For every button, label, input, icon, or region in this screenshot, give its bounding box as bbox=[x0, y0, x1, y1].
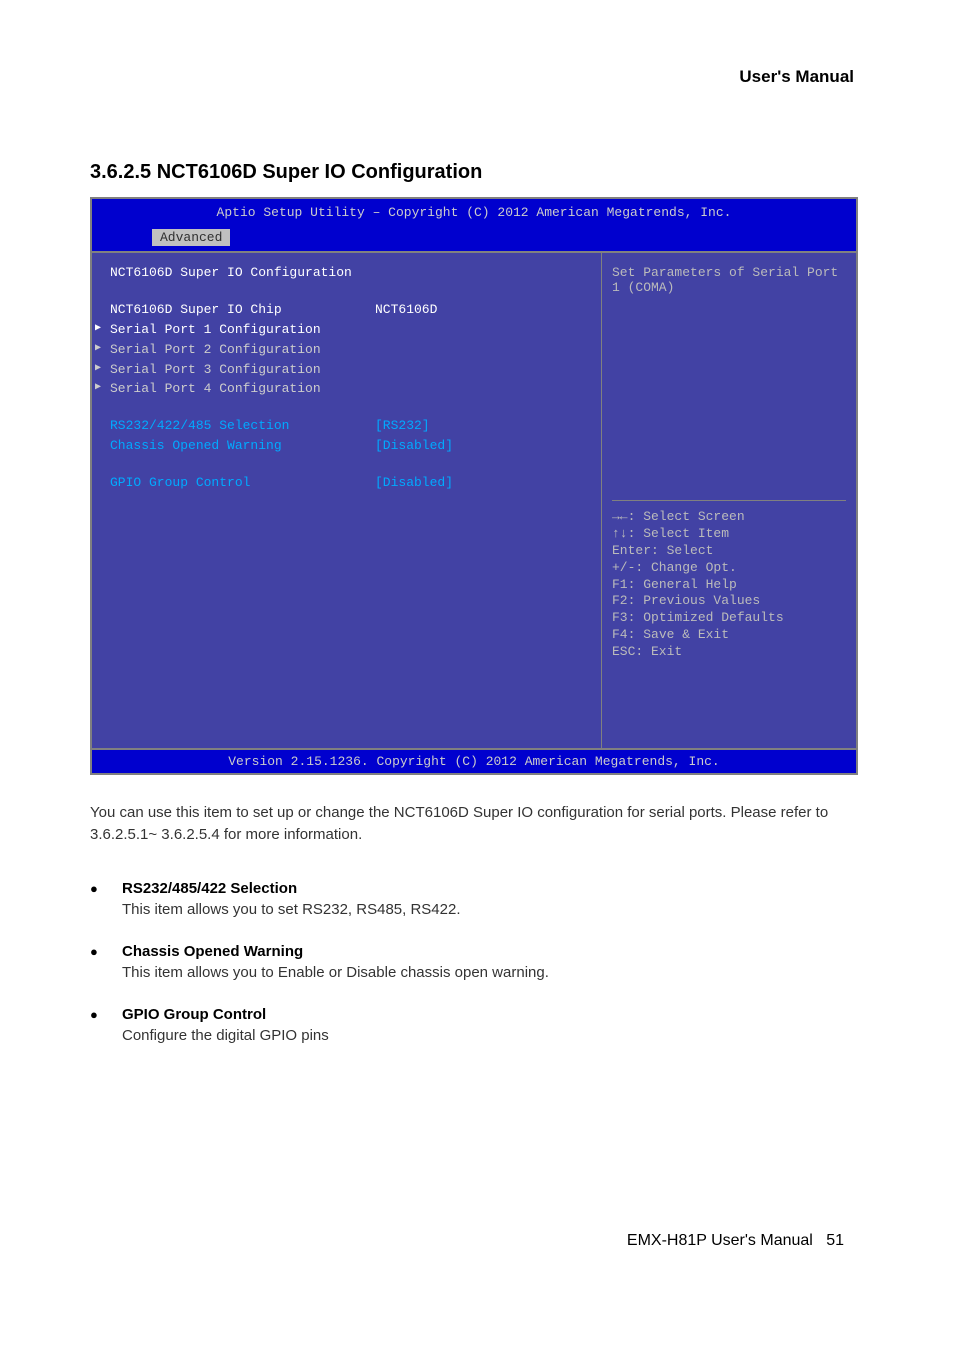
bullet-icon: ● bbox=[90, 943, 122, 981]
bios-tab-row: Advanced bbox=[90, 226, 858, 253]
key-help: →←: Select Screen ↑↓: Select Item Enter:… bbox=[612, 509, 846, 661]
bullet-title: RS232/485/422 Selection bbox=[122, 880, 860, 897]
bullet-icon: ● bbox=[90, 1006, 122, 1044]
bullet-title: Chassis Opened Warning bbox=[122, 943, 860, 960]
submenu-serial-4[interactable]: Serial Port 4 Configuration bbox=[95, 381, 591, 398]
option-gpio[interactable]: GPIO Group Control [Disabled] bbox=[110, 475, 591, 492]
tab-advanced: Advanced bbox=[152, 229, 230, 246]
footer-manual-title: EMX-H81P User's Manual 51 bbox=[627, 1232, 844, 1250]
submenu-serial-1[interactable]: Serial Port 1 Configuration bbox=[95, 322, 591, 339]
submenu-serial-3[interactable]: Serial Port 3 Configuration bbox=[95, 362, 591, 379]
section-title: 3.6.2.5 NCT6106D Super IO Configuration bbox=[90, 161, 482, 184]
list-item: ● Chassis Opened Warning This item allow… bbox=[90, 943, 860, 981]
chip-value: NCT6106D bbox=[375, 302, 437, 319]
chip-label: NCT6106D Super IO Chip bbox=[110, 302, 375, 319]
bios-title: Aptio Setup Utility – Copyright (C) 2012… bbox=[90, 197, 858, 226]
bullet-desc: This item allows you to set RS232, RS485… bbox=[122, 901, 860, 918]
bullet-list: ● RS232/485/422 Selection This item allo… bbox=[90, 880, 860, 1052]
list-item: ● RS232/485/422 Selection This item allo… bbox=[90, 880, 860, 918]
list-item: ● GPIO Group Control Configure the digit… bbox=[90, 1006, 860, 1044]
bios-heading: NCT6106D Super IO Configuration bbox=[110, 265, 591, 282]
bullet-desc: This item allows you to Enable or Disabl… bbox=[122, 964, 860, 981]
bullet-desc: Configure the digital GPIO pins bbox=[122, 1027, 860, 1044]
option-chassis-warning[interactable]: Chassis Opened Warning [Disabled] bbox=[110, 438, 591, 455]
section-description: You can use this item to set up or chang… bbox=[90, 802, 860, 846]
bios-main-panel: NCT6106D Super IO Configuration NCT6106D… bbox=[92, 253, 602, 748]
submenu-serial-2[interactable]: Serial Port 2 Configuration bbox=[95, 342, 591, 359]
option-rs-selection[interactable]: RS232/422/485 Selection [RS232] bbox=[110, 418, 591, 435]
bios-help-panel: Set Parameters of Serial Port 1 (COMA) →… bbox=[602, 253, 856, 748]
bullet-title: GPIO Group Control bbox=[122, 1006, 860, 1023]
bios-footer: Version 2.15.1236. Copyright (C) 2012 Am… bbox=[90, 748, 858, 775]
help-text: Set Parameters of Serial Port 1 (COMA) bbox=[612, 265, 846, 295]
bios-screenshot: Aptio Setup Utility – Copyright (C) 2012… bbox=[90, 197, 858, 771]
bullet-icon: ● bbox=[90, 880, 122, 918]
manual-header: User's Manual bbox=[739, 67, 854, 87]
